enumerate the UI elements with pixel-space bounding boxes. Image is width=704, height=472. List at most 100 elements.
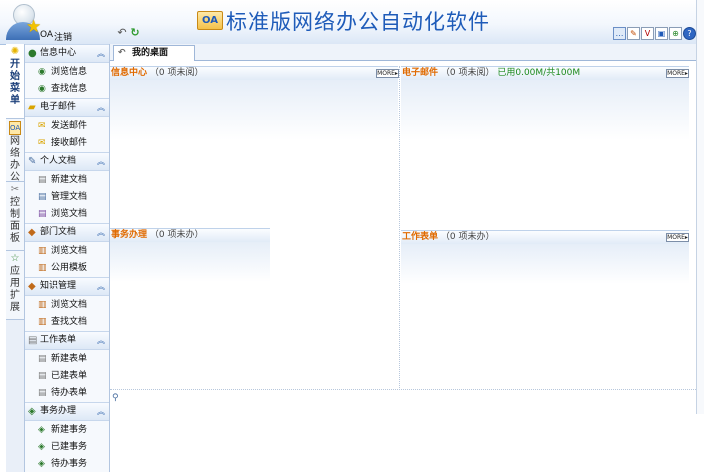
panel-title: 工作表单 [402, 232, 439, 242]
vtab-label: 控制面板 [10, 197, 20, 244]
knowledge-icon: ◆ [28, 281, 36, 292]
panel-header: 电子邮件 （0 项未阅） 已用0.00M/共100M MORE▸ [401, 66, 689, 81]
menu-group-work-forms[interactable]: ▤ 工作表单 ︽ [25, 331, 109, 350]
menu-group-label: 个人文档 [40, 156, 77, 166]
collapse-icon[interactable]: ︽ [97, 153, 105, 170]
panel-count: （0 项未阅） [149, 68, 204, 78]
menu-item-new-affair[interactable]: ◈ 新建事务 [25, 422, 109, 438]
collapse-icon[interactable]: ︽ [97, 45, 105, 62]
menu-item-send-mail[interactable]: ✉ 发送邮件 [25, 118, 109, 134]
mailbox-capacity: 已用0.00M/共100M [497, 68, 581, 78]
collapse-icon[interactable]: ︽ [97, 278, 105, 295]
back-icon[interactable]: ↶ [116, 26, 128, 38]
menu-item-label: 浏览文档 [51, 300, 88, 310]
mail-icon: ✉ [38, 121, 46, 131]
mail-icon: ✉ [38, 138, 46, 148]
menu-item-knowledge-browse[interactable]: ▥ 浏览文档 [25, 297, 109, 313]
menu-item-label: 查找文档 [51, 317, 88, 327]
vtab-control-panel[interactable]: ✂ 控制面板 [6, 182, 24, 251]
menu-group-knowledge[interactable]: ◆ 知识管理 ︽ [25, 277, 109, 296]
menu-item-new-form[interactable]: ▤ 新建表单 [25, 351, 109, 367]
more-button[interactable]: MORE▸ [376, 69, 399, 78]
collapse-icon[interactable]: ︽ [97, 332, 105, 349]
row-divider [110, 389, 696, 390]
vtab-label: 网络办公 [10, 136, 20, 183]
menu-item-label: 管理文档 [51, 192, 88, 202]
vtab-app-extensions[interactable]: ☆ 应用扩展 [6, 251, 24, 320]
user-name: OA [40, 30, 54, 40]
menu-item-label: 浏览信息 [51, 67, 88, 77]
chat-icon[interactable]: … [613, 27, 626, 40]
menu-item-dept-browse[interactable]: ▥ 浏览文档 [25, 243, 109, 259]
menu-item-label: 新建事务 [51, 425, 88, 435]
vtab-label: 开始菜单 [10, 59, 20, 106]
menu-group-info-center[interactable]: ● 信息中心 ︽ [25, 44, 109, 63]
vertical-tab-bar: ✺ 开始菜单 OA 网络办公 ✂ 控制面板 ☆ 应用扩展 [6, 44, 25, 472]
menu-item-new-doc[interactable]: ▤ 新建文档 [25, 172, 109, 188]
window-right-edge [696, 0, 704, 414]
collapse-icon[interactable]: ︽ [97, 403, 105, 420]
refresh-icon[interactable]: ↻ [129, 26, 141, 38]
menu-item-browse-info[interactable]: ◉ 浏览信息 [25, 64, 109, 80]
menu-item-label: 浏览文档 [51, 246, 88, 256]
menu-item-browse-doc[interactable]: ▤ 浏览文档 [25, 206, 109, 222]
menu-item-knowledge-search[interactable]: ▥ 查找文档 [25, 314, 109, 330]
logout-link[interactable]: 注销 [54, 30, 72, 43]
panel-title: 事务办理 [111, 230, 148, 240]
menu-group-label: 知识管理 [40, 281, 77, 291]
vtab-label: 应用扩展 [10, 266, 20, 313]
menu-group-personal-docs[interactable]: ✎ 个人文档 ︽ [25, 152, 109, 171]
window-icon[interactable]: ▣ [655, 27, 668, 40]
star-icon: ★ [26, 17, 42, 37]
menu-item-receive-mail[interactable]: ✉ 接收邮件 [25, 135, 109, 151]
edit-icon[interactable]: ✎ [627, 27, 640, 40]
desktop-tab-icon: ↶ [118, 48, 126, 58]
panel-count: （0 项未办） [440, 232, 495, 242]
form-icon: ▤ [38, 388, 47, 398]
books-icon: ▥ [38, 263, 47, 273]
menu-group-affairs[interactable]: ◈ 事务办理 ︽ [25, 402, 109, 421]
panel-work-forms: 工作表单 （0 项未办） MORE▸ [401, 230, 689, 390]
bulb-icon: ✺ [10, 46, 20, 57]
more-button[interactable]: MORE▸ [666, 233, 689, 242]
magnifier-icon[interactable]: ⚲ [112, 393, 119, 403]
menu-item-label: 待办表单 [51, 388, 88, 398]
network-icon[interactable]: ⊕ [669, 27, 682, 40]
more-button[interactable]: MORE▸ [666, 69, 689, 78]
collapse-icon[interactable]: ︽ [97, 99, 105, 116]
menu-group-label: 电子邮件 [40, 102, 77, 112]
menu-group-email[interactable]: ▰ 电子邮件 ︽ [25, 98, 109, 117]
panel-body [401, 80, 689, 140]
collapse-icon[interactable]: ︽ [97, 224, 105, 241]
menu-item-created-affairs[interactable]: ◈ 已建事务 [25, 439, 109, 455]
mail-v-icon[interactable]: V [641, 27, 654, 40]
panel-title: 信息中心 [111, 68, 148, 78]
menu-item-pending-forms[interactable]: ▤ 待办表单 [25, 385, 109, 401]
tab-my-desktop[interactable]: ↶ 我的桌面 [113, 45, 195, 61]
document-icon: ✎ [28, 156, 37, 167]
panel-header: 事务办理 （0 项未办） [110, 228, 270, 243]
menu-item-label: 发送邮件 [51, 121, 88, 131]
vtab-start-menu[interactable]: ✺ 开始菜单 [6, 44, 24, 119]
menu-group-label: 部门文档 [40, 227, 77, 237]
panel-body [110, 242, 270, 282]
help-icon[interactable]: ? [683, 27, 696, 40]
menu-item-public-template[interactable]: ▥ 公用模板 [25, 260, 109, 276]
panel-body [110, 80, 398, 140]
panel-header: 信息中心 （0 项未阅） MORE▸ [110, 66, 399, 81]
menu-item-search-info[interactable]: ◉ 查找信息 [25, 81, 109, 97]
side-menu: ● 信息中心 ︽ ◉ 浏览信息 ◉ 查找信息 ▰ 电子邮件 ︽ ✉ 发送邮件 ✉… [25, 44, 110, 472]
menu-item-created-forms[interactable]: ▤ 已建表单 [25, 368, 109, 384]
manage-doc-icon: ▤ [38, 192, 47, 202]
form-icon: ▤ [28, 335, 38, 346]
tab-label: 我的桌面 [132, 48, 169, 58]
panel-header: 工作表单 （0 项未办） MORE▸ [401, 230, 689, 245]
menu-group-dept-docs[interactable]: ◆ 部门文档 ︽ [25, 223, 109, 242]
books-icon: ▥ [38, 246, 47, 256]
vtab-network-office[interactable]: OA 网络办公 [6, 119, 24, 183]
header-bar: ★ OA 注销 ↶ ↻ OA 标准版网络办公自动化软件 … ✎ V ▣ ⊕ ? [0, 0, 696, 45]
menu-item-manage-doc[interactable]: ▤ 管理文档 [25, 189, 109, 205]
panel-info-center: 信息中心 （0 项未阅） MORE▸ [110, 66, 399, 224]
globe-icon: ◉ [38, 84, 46, 94]
menu-item-pending-affairs[interactable]: ◈ 待办事务 [25, 456, 109, 472]
